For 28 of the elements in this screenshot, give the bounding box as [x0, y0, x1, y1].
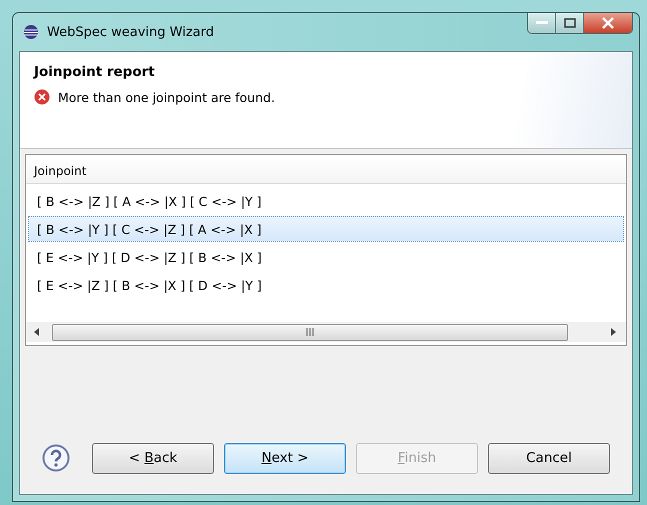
table-cell: [ B <-> |Z ] [ A <-> |X ] [ C <-> |Y ]	[37, 194, 262, 208]
wizard-button[interactable]: < Back	[92, 442, 214, 474]
table-row[interactable]: [ B <-> |Z ] [ A <-> |X ] [ C <-> |Y ]	[28, 188, 624, 214]
table-cell: [ B <-> |Y ] [ C <-> |Z ] [ A <-> |X ]	[37, 222, 262, 236]
close-button[interactable]	[584, 13, 632, 33]
globe-icon	[23, 24, 39, 40]
maximize-button[interactable]	[556, 13, 584, 33]
column-header[interactable]: Joinpoint	[26, 155, 94, 183]
maximize-icon	[564, 18, 576, 28]
table-cell: [ E <-> |Z ] [ B <-> |X ] [ D <-> |Y ]	[37, 278, 262, 292]
minimize-icon	[536, 21, 548, 25]
table-row[interactable]: [ E <-> |Y ] [ D <-> |Z ] [ B <-> |X ]	[28, 244, 624, 270]
table-cell: [ E <-> |Y ] [ D <-> |Z ] [ B <-> |X ]	[37, 250, 262, 264]
minimize-button[interactable]	[528, 13, 556, 33]
table-row[interactable]: [ B <-> |Y ] [ C <-> |Z ] [ A <-> |X ]	[28, 216, 624, 242]
scrollbar-thumb[interactable]	[52, 324, 568, 340]
window-title: WebSpec weaving Wizard	[47, 24, 214, 40]
horizontal-scrollbar[interactable]	[26, 322, 626, 342]
wizard-button[interactable]: Next >	[224, 442, 346, 474]
scroll-right-icon[interactable]	[610, 328, 616, 336]
header-message: More than one joinpoint are found.	[58, 90, 275, 104]
close-icon	[601, 17, 615, 29]
error-icon	[34, 89, 50, 105]
help-icon[interactable]	[42, 444, 70, 472]
scroll-left-icon[interactable]	[34, 328, 40, 336]
page-title: Joinpoint report	[34, 64, 156, 80]
table-row[interactable]: [ E <-> |Z ] [ B <-> |X ] [ D <-> |Y ]	[28, 272, 624, 298]
wizard-button[interactable]: Cancel	[488, 442, 610, 474]
